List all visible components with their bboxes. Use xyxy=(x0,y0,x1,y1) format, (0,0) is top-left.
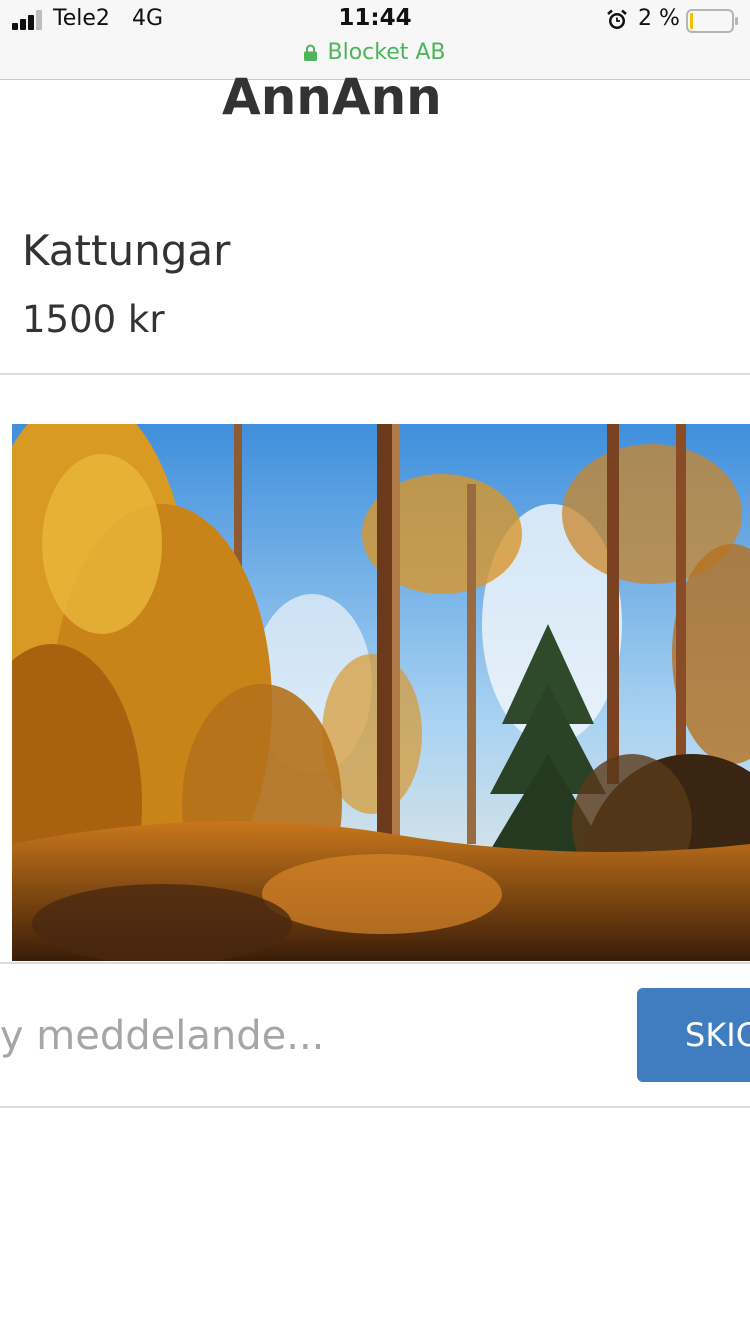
battery-percent: 2 % xyxy=(638,6,680,31)
send-button[interactable]: SKICKA xyxy=(637,988,750,1082)
divider xyxy=(0,373,750,375)
ad-photo[interactable] xyxy=(12,424,750,961)
ad-price: 1500 kr xyxy=(22,298,165,341)
message-input[interactable] xyxy=(0,964,620,1108)
ad-title[interactable]: Kattungar xyxy=(22,226,230,275)
battery-icon xyxy=(686,9,738,33)
seller-name: AnnAnn xyxy=(222,68,442,126)
alarm-icon xyxy=(607,9,627,29)
lock-icon xyxy=(304,44,318,61)
message-composer: SKICKA xyxy=(0,964,750,1108)
divider xyxy=(0,1106,750,1108)
